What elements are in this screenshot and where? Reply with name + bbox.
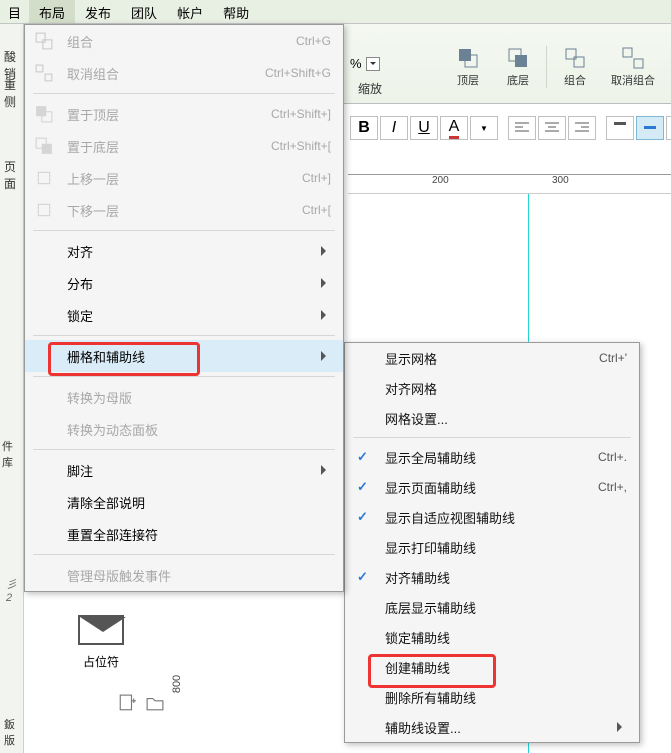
ruler-horizontal: 200 300	[348, 174, 671, 194]
grid-guides-submenu: 显示网格Ctrl+' 对齐网格 网格设置... ✓显示全局辅助线Ctrl+. ✓…	[344, 342, 640, 743]
menu-move-up: 上移一层Ctrl+]	[25, 162, 343, 194]
sub-create-guides[interactable]: 创建辅助线	[345, 652, 639, 682]
send-back-icon	[504, 46, 532, 70]
menu-distribute[interactable]: 分布	[25, 267, 343, 299]
ruler-tick-200: 200	[432, 175, 449, 186]
move-down-icon	[35, 201, 53, 219]
add-folder-icon[interactable]	[146, 694, 164, 712]
menubar: 目 布局 发布 团队 帐户 帮助	[0, 0, 671, 24]
menu-item-layout[interactable]: 布局	[29, 0, 75, 23]
left-lbl-3: 页面	[2, 154, 23, 196]
sub-snap-guides[interactable]: ✓对齐辅助线	[345, 562, 639, 592]
sub-show-page-guides[interactable]: ✓显示页面辅助线Ctrl+,	[345, 472, 639, 502]
check-icon: ✓	[357, 479, 368, 495]
envelope-icon	[78, 615, 124, 645]
btn-group[interactable]: 组合	[546, 46, 597, 88]
menu-manage-master-events: 管理母版触发事件	[25, 559, 343, 591]
menu-lock[interactable]: 锁定	[25, 299, 343, 331]
left-lbl-2: 重侧	[2, 72, 23, 114]
btn-valign-top[interactable]	[606, 116, 634, 140]
send-back-label: 底层	[507, 72, 529, 88]
sub-snap-grid[interactable]: 对齐网格	[345, 373, 639, 403]
menu-item-account[interactable]: 帐户	[167, 0, 213, 23]
chevron-right-icon	[617, 720, 627, 735]
sub-show-print-guides[interactable]: 显示打印辅助线	[345, 532, 639, 562]
menu-bring-front: 置于顶层Ctrl+Shift+]	[25, 98, 343, 130]
bottom-icon-row	[118, 694, 164, 712]
menu-send-back: 置于底层Ctrl+Shift+[	[25, 130, 343, 162]
zoom-control[interactable]: %	[350, 56, 380, 71]
menu-ungroup: 取消组合Ctrl+Shift+G	[25, 57, 343, 89]
menu-grid-guides[interactable]: 栅格和辅助线	[25, 340, 343, 372]
chevron-right-icon	[321, 349, 331, 364]
check-icon: ✓	[357, 509, 368, 525]
btn-bring-front[interactable]: 顶层	[446, 46, 490, 88]
ungroup-icon	[35, 64, 53, 82]
layout-menu: 组合Ctrl+G 取消组合Ctrl+Shift+G 置于顶层Ctrl+Shift…	[24, 24, 344, 592]
menu-group: 组合Ctrl+G	[25, 25, 343, 57]
sub-show-adaptive-guides[interactable]: ✓显示自适应视图辅助线	[345, 502, 639, 532]
btn-align-left[interactable]	[508, 116, 536, 140]
btn-italic[interactable]: I	[380, 116, 408, 140]
sub-show-grid[interactable]: 显示网格Ctrl+'	[345, 343, 639, 373]
btn-font-dropdown[interactable]: ▼	[470, 116, 498, 140]
bring-front-label: 顶层	[457, 72, 479, 88]
btn-font-color[interactable]: A	[440, 116, 468, 140]
sub-back-guides[interactable]: 底层显示辅助线	[345, 592, 639, 622]
zoom-dropdown-icon[interactable]	[366, 57, 380, 71]
chevron-right-icon	[321, 244, 331, 259]
menu-to-dynamic: 转换为动态面板	[25, 413, 343, 445]
ungroup-label: 取消组合	[611, 72, 655, 88]
zoom-value: %	[350, 56, 362, 71]
btn-valign-bot[interactable]	[666, 116, 671, 140]
sub-show-global-guides[interactable]: ✓显示全局辅助线Ctrl+.	[345, 442, 639, 472]
sub-lock-guides[interactable]: 锁定辅助线	[345, 622, 639, 652]
btn-ungroup[interactable]: 取消组合	[603, 46, 663, 88]
group-label: 组合	[564, 72, 586, 88]
menu-item-publish[interactable]: 发布	[75, 0, 121, 23]
menu-item-partial[interactable]: 目	[0, 0, 29, 23]
add-page-icon[interactable]	[118, 694, 136, 712]
ungroup-icon	[619, 46, 647, 70]
left-lbl-6: 鈑版	[2, 712, 23, 752]
btn-align-center[interactable]	[538, 116, 566, 140]
sub-guide-settings[interactable]: 辅助线设置...	[345, 712, 639, 742]
menu-to-master: 转换为母版	[25, 381, 343, 413]
btn-underline[interactable]: U	[410, 116, 438, 140]
btn-align-right[interactable]	[568, 116, 596, 140]
menu-item-help[interactable]: 帮助	[213, 0, 259, 23]
sub-delete-all-guides[interactable]: 删除所有辅助线	[345, 682, 639, 712]
ruler-v-800: 800	[171, 675, 183, 693]
chevron-right-icon	[321, 308, 331, 323]
placeholder-widget[interactable]: 占位符	[46, 598, 156, 686]
ruler-tick-300: 300	[552, 175, 569, 186]
toolbar-arrange-group: 顶层 底层 组合 取消组合	[446, 46, 663, 88]
check-icon: ✓	[357, 569, 368, 585]
sub-grid-settings[interactable]: 网格设置...	[345, 403, 639, 433]
bring-front-icon	[454, 46, 482, 70]
menu-clear-notes[interactable]: 清除全部说明	[25, 486, 343, 518]
menu-item-team[interactable]: 团队	[121, 0, 167, 23]
group-icon	[561, 46, 589, 70]
left-lbl-5: 彡2	[4, 572, 23, 608]
placeholder-label: 占位符	[83, 653, 119, 670]
menu-reset-connectors[interactable]: 重置全部连接符	[25, 518, 343, 550]
menu-footnote[interactable]: 脚注	[25, 454, 343, 486]
btn-bold[interactable]: B	[350, 116, 378, 140]
bring-front-icon	[35, 105, 53, 123]
send-back-icon	[35, 137, 53, 155]
format-row: B I U A ▼	[350, 116, 671, 140]
move-up-icon	[35, 169, 53, 187]
menu-align[interactable]: 对齐	[25, 235, 343, 267]
left-lbl-4: 件库	[0, 434, 23, 474]
group-icon	[35, 32, 53, 50]
zoom-label: 缩放	[358, 80, 382, 97]
left-panel-strip: 酸销 重侧 页面 件库 彡2 鈑版	[0, 24, 24, 753]
btn-valign-mid[interactable]	[636, 116, 664, 140]
chevron-right-icon	[321, 276, 331, 291]
menu-move-down: 下移一层Ctrl+[	[25, 194, 343, 226]
check-icon: ✓	[357, 449, 368, 465]
chevron-right-icon	[321, 463, 331, 478]
btn-send-back[interactable]: 底层	[496, 46, 540, 88]
